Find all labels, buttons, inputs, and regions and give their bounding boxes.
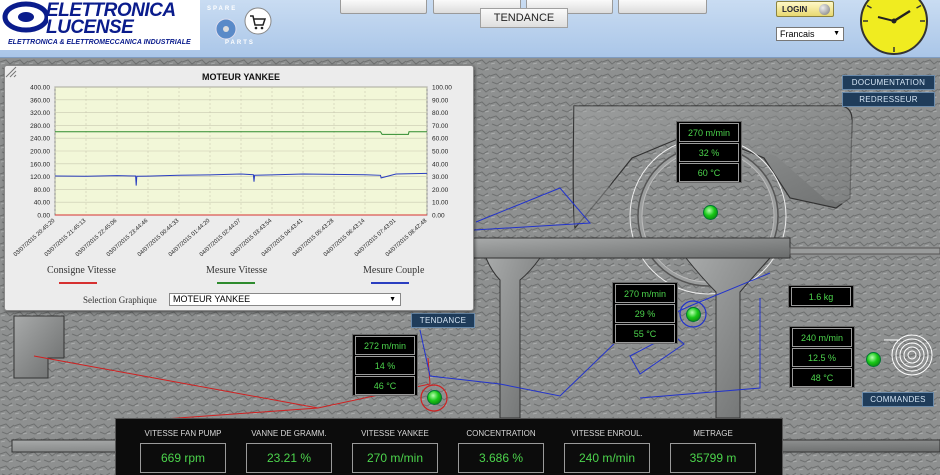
y-right-tick-label: 0.00 [432, 213, 445, 220]
chevron-down-icon: ▼ [389, 296, 396, 303]
middle-status-led [686, 307, 701, 322]
vitesse-yankee-value: 270 m/min [352, 443, 438, 473]
middle-temp-readout: 55 °C [615, 324, 675, 343]
y-left-tick-label: 120.00 [30, 174, 50, 181]
spare-parts-logo[interactable]: SPARE PARTS [205, 4, 275, 48]
selection-graphique-label: Selection Graphique [83, 295, 157, 305]
selection-graphique-value: MOTEUR YANKEE [173, 294, 251, 304]
vanne-gramm-label: VANNE DE GRAMM. [251, 429, 327, 438]
fan-pump-label: VITESSE FAN PUMP [144, 429, 222, 438]
resize-grip-icon[interactable] [5, 66, 17, 78]
y-right-tick-label: 90.00 [432, 97, 449, 104]
vitesse-enroul-value: 240 m/min [564, 443, 650, 473]
legend-consigne-vitesse-label: Consigne Vitesse [47, 265, 116, 276]
header-bar: ELETTRONICA LUCENSE ELETTRONICA & ELETTR… [0, 0, 940, 58]
weight-readout: 1.6 kg [791, 287, 851, 306]
logo-subtitle: ELETTRONICA & ELETTROMECCANICA INDUSTRIA… [8, 39, 191, 46]
selection-graphique-select[interactable]: MOTEUR YANKEE ▼ [169, 293, 401, 306]
redresseur-button[interactable]: REDRESSEUR [842, 92, 935, 107]
language-value: Francais [780, 29, 815, 39]
fan-pump-block: VITESSE FAN PUMP 669 rpm [132, 419, 234, 475]
reel-speed-readout: 240 m/min [792, 328, 852, 347]
y-left-tick-label: 200.00 [30, 149, 50, 156]
y-left-tick-label: 320.00 [30, 110, 50, 117]
legend-mesure-couple-label: Mesure Couple [363, 265, 425, 276]
concentration-value: 3.686 % [458, 443, 544, 473]
legend-mesure-vitesse-label: Mesure Vitesse [206, 265, 268, 276]
language-select[interactable]: Francais ▼ [776, 27, 844, 41]
vanne-gramm-value: 23.21 % [246, 443, 332, 473]
chevron-down-icon: ▼ [833, 30, 840, 37]
y-right-tick-label: 70.00 [432, 123, 449, 130]
vitesse-enroul-label: VITESSE ENROUL. [571, 429, 643, 438]
yankee-percent-readout: 32 % [679, 143, 739, 162]
yankee-status-led [703, 205, 718, 220]
metrage-value: 35799 m [670, 443, 756, 473]
y-right-ticks: 100.00 90.00 80.00 70.00 60.00 50.00 40.00 30.0… [432, 85, 452, 220]
logo-mark-icon [2, 1, 48, 33]
y-left-tick-label: 80.00 [34, 187, 51, 194]
y-right-tick-label: 40.00 [432, 161, 449, 168]
legend-mesure-couple-line [371, 282, 409, 284]
login-label: LOGIN [782, 4, 808, 14]
y-left-tick-label: 280.00 [30, 123, 50, 130]
menu-button-4[interactable] [618, 0, 707, 14]
yankee-speed-readout: 270 m/min [679, 123, 739, 142]
clock-icon [860, 0, 928, 55]
y-left-tick-label: 160.00 [30, 161, 50, 168]
left-percent-readout: 14 % [355, 356, 415, 375]
tendance-button[interactable]: TENDANCE [411, 313, 475, 328]
metrage-label: METRAGE [693, 429, 733, 438]
logo-text-line2: LUCENSE [46, 17, 134, 38]
left-temp-readout: 46 °C [355, 376, 415, 395]
concentration-label: CONCENTRATION [466, 429, 536, 438]
y-left-tick-label: 360.00 [30, 97, 50, 104]
x-ticks: 03/07/2015 20:45:2003/07/2015 21:45:1303… [13, 218, 429, 259]
reel-temp-readout: 48 °C [792, 368, 852, 387]
legend-mesure-vitesse-line [217, 282, 255, 284]
login-button[interactable]: LOGIN [776, 1, 834, 17]
commandes-button[interactable]: COMMANDES [862, 392, 934, 407]
fan-pump-value: 669 rpm [140, 443, 226, 473]
trend-chart-window: MOTEUR YANKEE 400.00 360.00 320.00 280.00 24… [4, 65, 474, 311]
y-left-ticks: 400.00 360.00 320.00 280.00 240.00 200.00 160.… [30, 85, 50, 220]
y-right-tick-label: 30.00 [432, 174, 449, 181]
y-right-tick-label: 80.00 [432, 110, 449, 117]
spare-text: SPARE [207, 6, 238, 12]
left-status-led [427, 390, 442, 405]
login-knob-icon [819, 4, 830, 15]
y-right-tick-label: 60.00 [432, 136, 449, 143]
tendance-top-button[interactable]: TENDANCE [480, 8, 568, 28]
y-left-tick-label: 40.00 [34, 200, 51, 207]
middle-percent-readout: 29 % [615, 304, 675, 323]
menu-button-1[interactable] [340, 0, 427, 14]
vitesse-yankee-block: VITESSE YANKEE 270 m/min [344, 419, 446, 475]
y-right-tick-label: 50.00 [432, 149, 449, 156]
reel-status-led [866, 352, 881, 367]
reel-percent-readout: 12.5 % [792, 348, 852, 367]
y-left-tick-label: 400.00 [30, 85, 50, 92]
y-left-tick-label: 0.00 [37, 213, 50, 220]
yankee-temp-readout: 60 °C [679, 163, 739, 182]
y-right-tick-label: 10.00 [432, 200, 449, 207]
chart-title: MOTEUR YANKEE [202, 72, 280, 82]
vitesse-yankee-label: VITESSE YANKEE [361, 429, 429, 438]
metrage-block: METRAGE 35799 m [662, 419, 764, 475]
vitesse-enroul-block: VITESSE ENROUL. 240 m/min [556, 419, 658, 475]
company-logo: ELETTRONICA LUCENSE ELETTRONICA & ELETTR… [0, 0, 200, 50]
bottom-status-panel: VITESSE FAN PUMP 669 rpm VANNE DE GRAMM.… [115, 418, 783, 475]
vanne-gramm-block: VANNE DE GRAMM. 23.21 % [238, 419, 340, 475]
legend-consigne-vitesse-line [59, 282, 97, 284]
y-right-tick-label: 100.00 [432, 85, 452, 92]
documentation-button[interactable]: DOCUMENTATION [842, 75, 935, 90]
concentration-block: CONCENTRATION 3.686 % [450, 419, 552, 475]
left-speed-readout: 272 m/min [355, 336, 415, 355]
y-right-tick-label: 20.00 [432, 187, 449, 194]
middle-speed-readout: 270 m/min [615, 284, 675, 303]
y-left-tick-label: 240.00 [30, 136, 50, 143]
parts-text: PARTS [225, 40, 255, 46]
